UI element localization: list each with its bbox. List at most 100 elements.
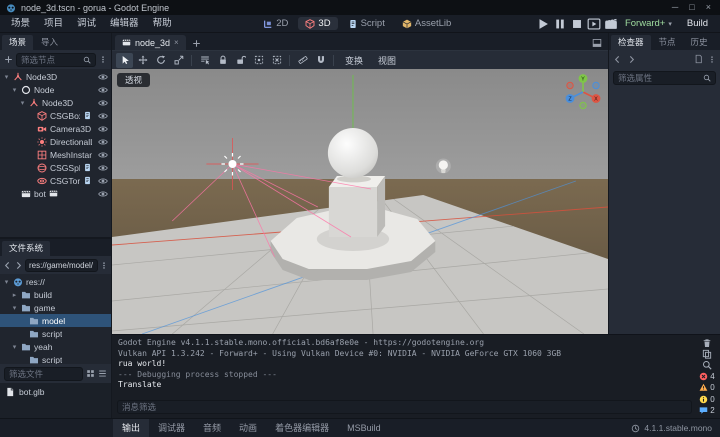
add-node-icon[interactable] [4,55,13,64]
script-icon[interactable] [83,176,92,185]
eye-icon[interactable] [98,176,108,186]
eye-icon[interactable] [98,124,108,134]
3d-viewport-canvas[interactable] [112,69,608,334]
expand-panel-icon[interactable] [592,38,602,48]
lock-tool[interactable] [214,53,231,68]
new-scene-tab-button[interactable] [189,39,204,50]
close-tab-icon[interactable]: × [174,38,179,47]
snap-toggle[interactable] [312,53,329,68]
scale-tool[interactable] [170,53,187,68]
forward-icon[interactable] [14,261,23,270]
inspector-tabs-0[interactable]: 检查器 [611,35,651,50]
script-icon[interactable] [83,163,92,172]
renderer-dropdown[interactable]: Forward+ ▾ [618,18,679,29]
kebab-menu-icon[interactable] [708,55,716,64]
ruler-tool[interactable] [294,53,311,68]
fs-item-yeah[interactable]: ▾yeah [0,340,111,353]
scene-tree-item-MeshInstance3D[interactable]: MeshInstance3D [0,148,111,161]
scene-tree-item-bot[interactable]: bot [0,187,111,200]
history-back-icon[interactable] [613,55,622,64]
fs-item-game[interactable]: ▾game [0,301,111,314]
menu-item-1[interactable]: 项目 [37,15,70,33]
scene-tree-item-Node3D[interactable]: ▾Node3D [0,96,111,109]
scene-tree-item-CSGTorus3D[interactable]: CSGTorus3D [0,174,111,187]
filesystem-path[interactable]: res://game/model/ [25,259,98,272]
scene-tree-item-Camera3D[interactable]: Camera3D [0,122,111,135]
menu-item-3[interactable]: 编辑器 [103,15,146,33]
mode-3d-button[interactable]: 3D [298,17,337,30]
csg-sphere[interactable] [328,128,378,178]
fs-item-script[interactable]: script [0,353,111,364]
scene-tab[interactable]: node_3d × [115,35,186,50]
bottom-tabs-1[interactable]: 调试器 [149,419,194,437]
minimize-button[interactable]: ─ [672,0,678,15]
grid-view-icon[interactable] [86,369,95,378]
eye-icon[interactable] [98,72,108,82]
eye-icon[interactable] [98,85,108,95]
inspector-tabs-1[interactable]: 节点 [652,35,683,50]
script-icon[interactable] [83,111,92,120]
menu-item-4[interactable]: 帮助 [146,15,179,33]
rotate-tool[interactable] [152,53,169,68]
inspector-filter-input[interactable]: 筛选属性 [613,71,716,85]
build-button[interactable]: Build [679,18,716,29]
expander-icon[interactable]: ▾ [3,73,10,81]
bottom-tabs-0[interactable]: 输出 [113,419,149,437]
back-icon[interactable] [3,261,12,270]
file-bot.glb[interactable]: bot.glb [2,385,109,398]
scene-tree-item-CSGBox3D[interactable]: CSGBox3D [0,109,111,122]
console-filter-info[interactable]: 0 [699,394,714,405]
expander-icon[interactable]: ▸ [11,291,18,299]
expander-icon[interactable]: ▾ [3,278,10,286]
view-menu[interactable]: 视图 [371,54,403,67]
file-filter-input[interactable]: 筛选文件 [4,367,83,381]
group-tool[interactable] [250,53,267,68]
fs-item-script[interactable]: script [0,327,111,340]
pause-button[interactable] [553,18,567,30]
object-doc-icon[interactable] [694,54,703,64]
expander-icon[interactable]: ▾ [11,343,18,351]
mode-2d-button[interactable]: 2D [256,17,295,30]
fs-item-res[interactable]: ▾res:// [0,275,111,288]
light-bulb-gizmo[interactable] [436,159,451,174]
select-tool[interactable] [116,53,133,68]
eye-icon[interactable] [98,189,108,199]
eye-icon[interactable] [98,98,108,108]
play-scene-button[interactable] [587,18,601,30]
titlebar[interactable]: node_3d.tscn - gorua - Godot Engine ─ □ … [0,0,720,15]
eye-icon[interactable] [98,111,108,121]
inspector-tabs-2[interactable]: 历史 [684,35,715,50]
bottom-tabs-3[interactable]: 动画 [230,419,266,437]
3d-viewport[interactable]: 透视 [112,69,608,334]
move-tool[interactable] [134,53,151,68]
clapper-icon[interactable] [49,189,58,198]
menu-item-0[interactable]: 场景 [4,15,37,33]
close-button[interactable]: × [706,0,711,15]
scene-tree-item-Node[interactable]: ▾Node [0,83,111,96]
maximize-button[interactable]: □ [689,0,694,15]
scene-dock-tabs-1[interactable]: 导入 [34,35,65,50]
unlock-tool[interactable] [232,53,249,68]
play-button[interactable] [536,18,550,30]
search-icon[interactable] [702,360,712,370]
filesystem-tab[interactable]: 文件系统 [2,241,50,256]
list-select-tool[interactable] [196,53,213,68]
eye-icon[interactable] [98,163,108,173]
console-filter-message[interactable]: 2 [699,406,714,417]
menu-item-2[interactable]: 调试 [70,15,103,33]
expander-icon[interactable]: ▾ [19,99,26,107]
mode-assetlib-button[interactable]: AssetLib [395,17,458,30]
list-view-icon[interactable] [98,369,107,378]
csg-box[interactable] [329,176,385,237]
copy-icon[interactable] [702,349,712,359]
console-filter-input[interactable]: 消息筛选 [117,400,692,414]
console-filter-warning[interactable]: 0 [699,383,714,394]
fs-item-build[interactable]: ▸build [0,288,111,301]
transform-menu[interactable]: 变换 [338,54,370,67]
scene-dock-tabs-0[interactable]: 场景 [2,35,33,50]
fs-item-model[interactable]: model [0,314,111,327]
trash-icon[interactable] [702,338,712,348]
kebab-menu-icon[interactable] [99,55,107,64]
stop-button[interactable] [570,18,584,30]
scene-tree-item-DirectionalLight3D[interactable]: DirectionalLight3D [0,135,111,148]
